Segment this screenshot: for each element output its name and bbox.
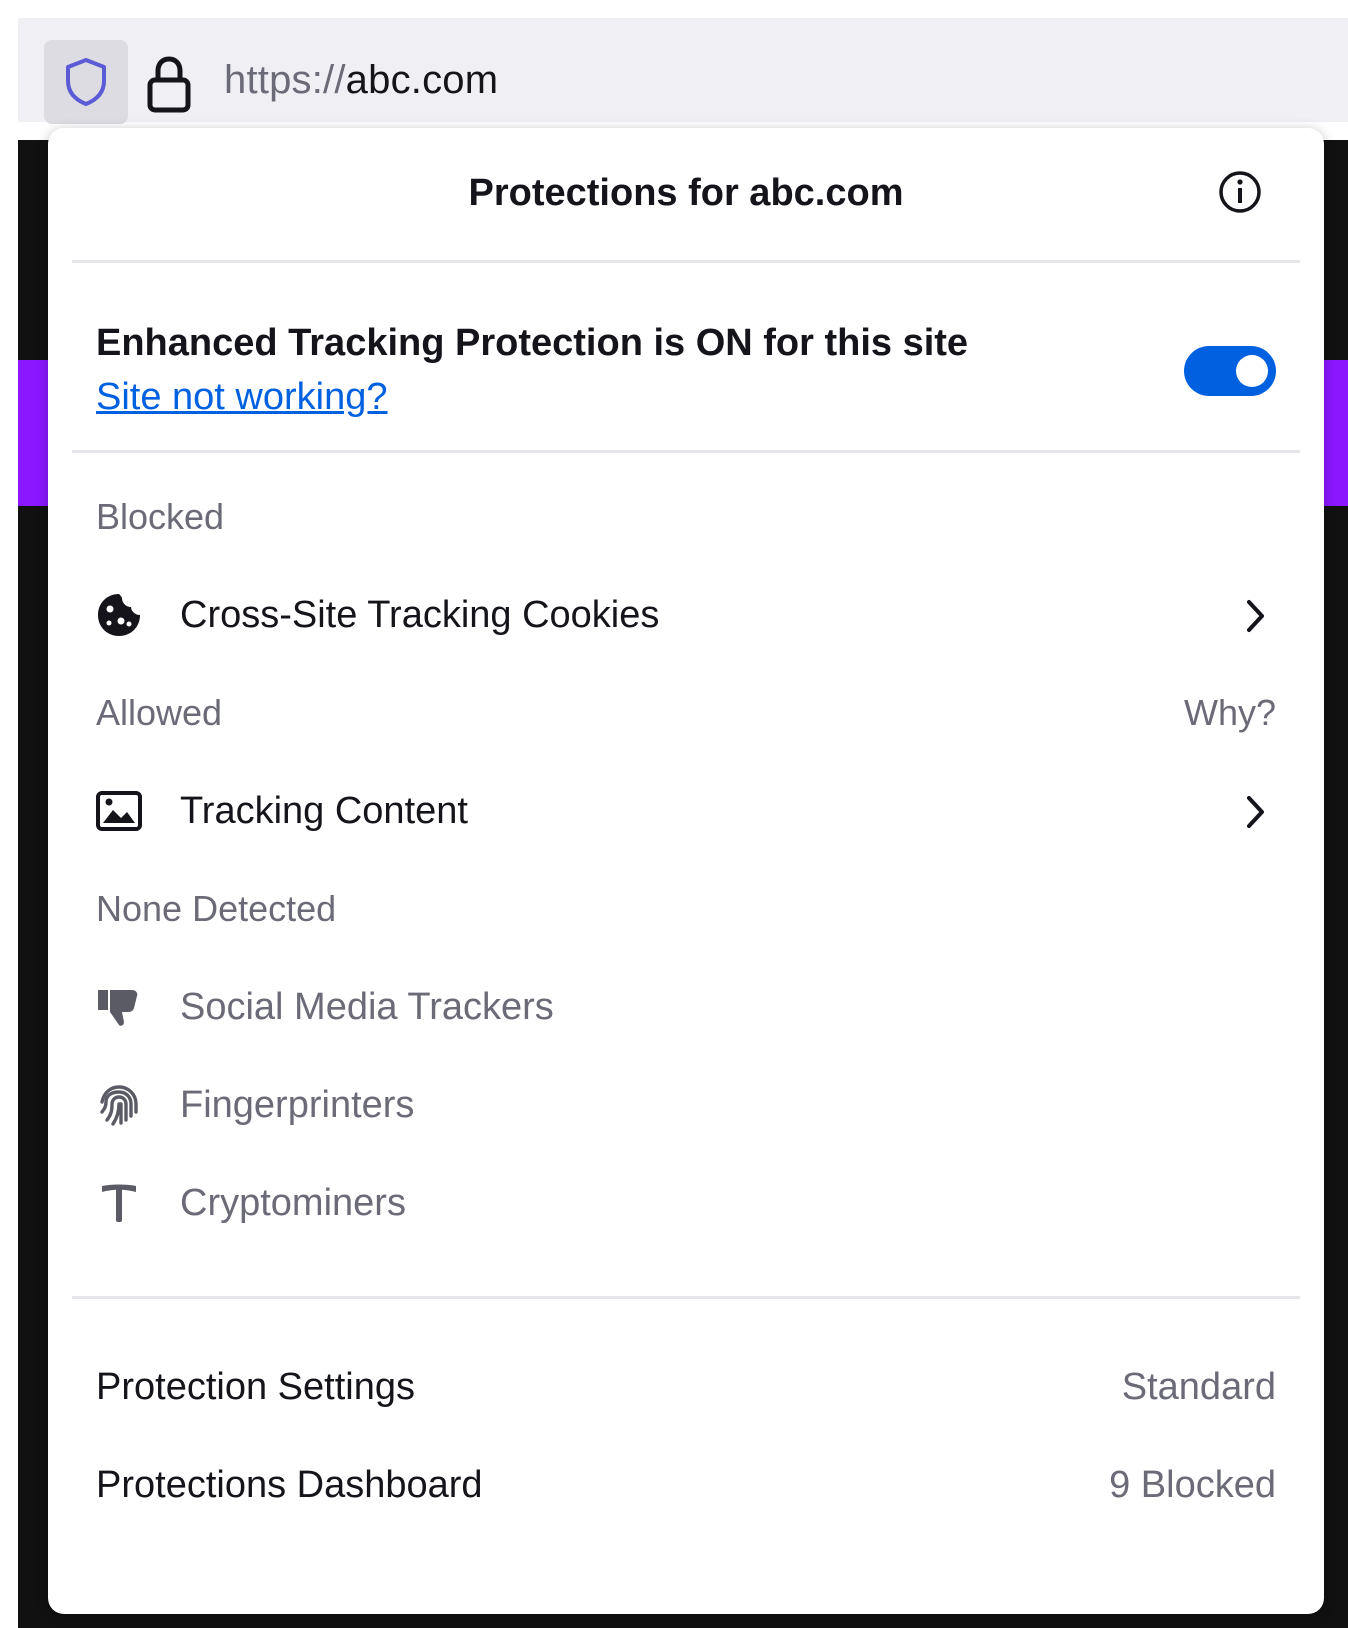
list-item-label: Social Media Trackers bbox=[180, 986, 554, 1028]
why-link[interactable]: Why? bbox=[1184, 692, 1276, 734]
toggle-knob bbox=[1236, 355, 1268, 387]
list-item-label: Cryptominers bbox=[180, 1182, 406, 1224]
lock-icon[interactable] bbox=[144, 54, 194, 114]
list-item-cryptominers[interactable]: Cryptominers bbox=[48, 1168, 1324, 1240]
allowed-section-label: Allowed bbox=[96, 692, 223, 733]
site-not-working-link[interactable]: Site not working? bbox=[96, 376, 388, 419]
tracking-protection-button[interactable] bbox=[44, 40, 128, 124]
protection-settings-link[interactable]: Protection Settings bbox=[96, 1366, 415, 1409]
blocked-section-label: Blocked bbox=[96, 496, 225, 537]
thumbs-down-icon bbox=[94, 982, 144, 1032]
etp-status-text: Enhanced Tracking Protection is ON for t… bbox=[96, 322, 969, 364]
list-item-tracking-content[interactable]: Tracking Content bbox=[48, 776, 1324, 848]
list-item-social-media-trackers[interactable]: Social Media Trackers bbox=[48, 972, 1324, 1044]
divider bbox=[72, 260, 1300, 263]
protections-dashboard-count: 9 Blocked bbox=[1109, 1464, 1276, 1506]
panel-title: Protections for abc.com bbox=[468, 172, 904, 214]
fingerprint-icon bbox=[94, 1080, 144, 1130]
cookie-icon bbox=[94, 590, 144, 640]
divider bbox=[72, 1296, 1300, 1299]
list-item-fingerprinters[interactable]: Fingerprinters bbox=[48, 1070, 1324, 1142]
pickaxe-icon bbox=[94, 1178, 144, 1228]
protection-settings-value: Standard bbox=[1121, 1366, 1276, 1408]
etp-toggle[interactable] bbox=[1184, 346, 1276, 396]
list-item-cross-site-cookies[interactable]: Cross-Site Tracking Cookies bbox=[48, 580, 1324, 652]
image-icon bbox=[94, 786, 144, 836]
none-detected-section-label: None Detected bbox=[96, 888, 337, 929]
url-text[interactable]: https://abc.com bbox=[224, 58, 498, 103]
shield-icon bbox=[66, 58, 106, 106]
url-bar bbox=[18, 18, 1348, 122]
list-item-label: Tracking Content bbox=[180, 790, 468, 832]
divider bbox=[72, 450, 1300, 453]
url-scheme: https:// bbox=[224, 58, 346, 102]
chevron-right-icon bbox=[1247, 600, 1264, 632]
url-host: abc.com bbox=[345, 58, 499, 102]
list-item-label: Fingerprinters bbox=[180, 1084, 415, 1126]
chevron-right-icon bbox=[1247, 796, 1264, 828]
protections-dashboard-link[interactable]: Protections Dashboard bbox=[96, 1464, 483, 1507]
protections-panel: Protections for abc.com Enhanced Trackin… bbox=[48, 128, 1324, 1614]
list-item-label: Cross-Site Tracking Cookies bbox=[180, 594, 660, 636]
info-icon[interactable] bbox=[1216, 168, 1264, 216]
